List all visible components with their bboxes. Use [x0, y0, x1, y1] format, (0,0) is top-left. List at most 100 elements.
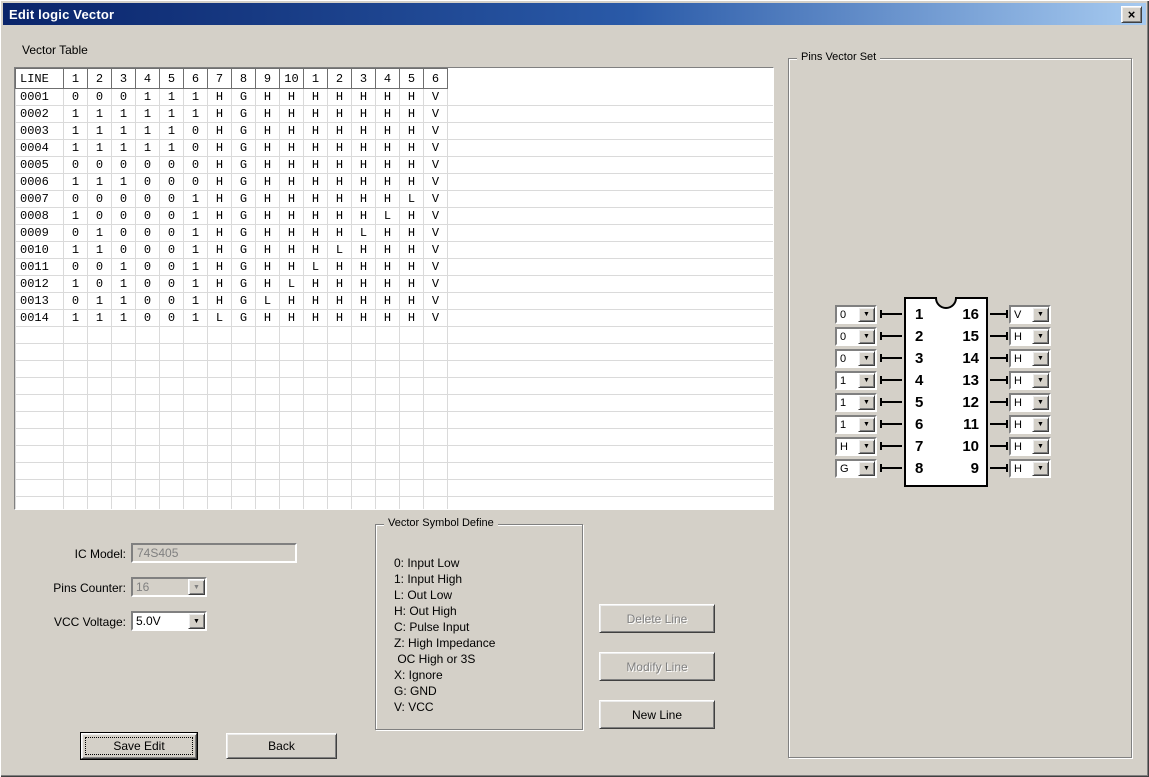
modify-line-button[interactable]: Modify Line	[599, 652, 715, 681]
chevron-down-icon[interactable]: ▼	[1032, 329, 1049, 344]
pin-5-select[interactable]: 1▼	[835, 393, 877, 412]
chevron-down-icon[interactable]: ▼	[858, 439, 875, 454]
table-row[interactable]: 0003111110HGHHHHHHHV	[16, 123, 774, 140]
vector-cell: 1	[184, 276, 208, 293]
new-line-button[interactable]: New Line	[599, 700, 715, 729]
vector-cell: H	[352, 310, 376, 327]
vector-cell: 1	[184, 89, 208, 106]
pin-11-select[interactable]: H▼	[1009, 415, 1051, 434]
vector-cell: G	[232, 89, 256, 106]
pin-13-number: 13	[935, 372, 979, 390]
vector-cell: G	[232, 242, 256, 259]
vector-cell	[232, 395, 256, 412]
pin-15-select[interactable]: H▼	[1009, 327, 1051, 346]
close-button[interactable]: ×	[1121, 6, 1142, 23]
pin-6-select[interactable]: 1▼	[835, 415, 877, 434]
titlebar[interactable]: Edit logic Vector	[3, 3, 1146, 25]
table-row[interactable]: 0005000000HGHHHHHHHV	[16, 157, 774, 174]
chevron-down-icon[interactable]: ▼	[1032, 439, 1049, 454]
pin-2-select[interactable]: 0▼	[835, 327, 877, 346]
pin-14-select[interactable]: H▼	[1009, 349, 1051, 368]
vector-cell	[280, 412, 304, 429]
pin-9-select[interactable]: H▼	[1009, 459, 1051, 478]
vector-cell: 0	[112, 225, 136, 242]
table-row[interactable]: 0014111001LGHHHHHHHV	[16, 310, 774, 327]
pin-4-value: 1	[840, 373, 858, 388]
vector-cell: H	[352, 259, 376, 276]
back-button[interactable]: Back	[226, 733, 337, 759]
vector-cell	[424, 497, 448, 511]
pin-4-select[interactable]: 1▼	[835, 371, 877, 390]
chevron-down-icon[interactable]: ▼	[1032, 373, 1049, 388]
pin-12-select[interactable]: H▼	[1009, 393, 1051, 412]
vector-cell: H	[376, 174, 400, 191]
chevron-down-icon[interactable]: ▼	[1032, 417, 1049, 432]
table-row[interactable]: 0008100001HGHHHHHLHV	[16, 208, 774, 225]
vector-cell: 0	[64, 191, 88, 208]
chevron-down-icon[interactable]: ▼	[858, 417, 875, 432]
vector-cell: H	[208, 174, 232, 191]
table-row[interactable]: 0013011001HGLHHHHHHV	[16, 293, 774, 310]
pin-10-select[interactable]: H▼	[1009, 437, 1051, 456]
column-header: 4	[136, 69, 160, 89]
pin-3-select[interactable]: 0▼	[835, 349, 877, 368]
row-filler	[448, 276, 774, 293]
row-filler	[448, 446, 774, 463]
chevron-down-icon[interactable]: ▼	[858, 307, 875, 322]
vector-cell: G	[232, 106, 256, 123]
table-row[interactable]: 0001000111HGHHHHHHHV	[16, 89, 774, 106]
vector-cell: L	[280, 276, 304, 293]
vector-cell	[64, 327, 88, 344]
pin-11-value: H	[1014, 417, 1032, 432]
line-cell	[16, 480, 64, 497]
pin-13-select[interactable]: H▼	[1009, 371, 1051, 390]
chevron-down-icon[interactable]: ▼	[858, 351, 875, 366]
chevron-down-icon[interactable]: ▼	[858, 329, 875, 344]
table-row[interactable]: 0007000001HGHHHHHHLV	[16, 191, 774, 208]
table-row[interactable]: 0009010001HGHHHHLHHV	[16, 225, 774, 242]
vector-cell: 0	[136, 259, 160, 276]
row-filler	[448, 344, 774, 361]
table-row[interactable]: 0011001001HGHHLHHHHV	[16, 259, 774, 276]
pin-3-value: 0	[840, 351, 858, 366]
chevron-down-icon[interactable]: ▼	[1032, 395, 1049, 410]
chevron-down-icon[interactable]: ▼	[1032, 307, 1049, 322]
chevron-down-icon[interactable]: ▼	[858, 395, 875, 410]
vcc-voltage-select[interactable]: 5.0V ▼	[131, 611, 207, 631]
vector-cell: V	[424, 106, 448, 123]
vector-cell	[280, 446, 304, 463]
vector-cell	[136, 344, 160, 361]
pin-7-select[interactable]: H▼	[835, 437, 877, 456]
vector-cell: H	[256, 106, 280, 123]
table-row[interactable]: 0012101001HGHLHHHHHV	[16, 276, 774, 293]
vector-cell: 0	[136, 276, 160, 293]
vector-cell	[400, 412, 424, 429]
row-filler	[448, 89, 774, 106]
pin-1-select[interactable]: 0▼	[835, 305, 877, 324]
vector-cell: 1	[136, 140, 160, 157]
ic-model-input[interactable]: 74S405	[131, 543, 297, 563]
table-row[interactable]: 0010110001HGHHHLHHHV	[16, 242, 774, 259]
vector-cell: V	[424, 191, 448, 208]
row-filler	[448, 293, 774, 310]
vector-cell	[376, 378, 400, 395]
vector-cell: G	[232, 123, 256, 140]
pin-8-select[interactable]: G▼	[835, 459, 877, 478]
chevron-down-icon[interactable]: ▼	[858, 373, 875, 388]
chevron-down-icon[interactable]: ▼	[1032, 461, 1049, 476]
table-row[interactable]: 0006111000HGHHHHHHHV	[16, 174, 774, 191]
column-header: 7	[208, 69, 232, 89]
chevron-down-icon[interactable]: ▼	[1032, 351, 1049, 366]
vector-table-grid[interactable]: LINE12345678910123456 0001000111HGHHHHHH…	[14, 67, 774, 510]
save-edit-button[interactable]: Save Edit	[81, 733, 197, 759]
pins-counter-select[interactable]: 16 ▼	[131, 577, 207, 597]
pin-16-select[interactable]: V▼	[1009, 305, 1051, 324]
vector-cell	[184, 361, 208, 378]
chevron-down-icon[interactable]: ▼	[188, 613, 205, 629]
table-row[interactable]: 0004111110HGHHHHHHHV	[16, 140, 774, 157]
table-row[interactable]: 0002111111HGHHHHHHHV	[16, 106, 774, 123]
delete-line-button[interactable]: Delete Line	[599, 604, 715, 633]
chevron-down-icon[interactable]: ▼	[858, 461, 875, 476]
symbol-define-line: H: Out High	[394, 603, 495, 619]
vector-cell	[352, 480, 376, 497]
